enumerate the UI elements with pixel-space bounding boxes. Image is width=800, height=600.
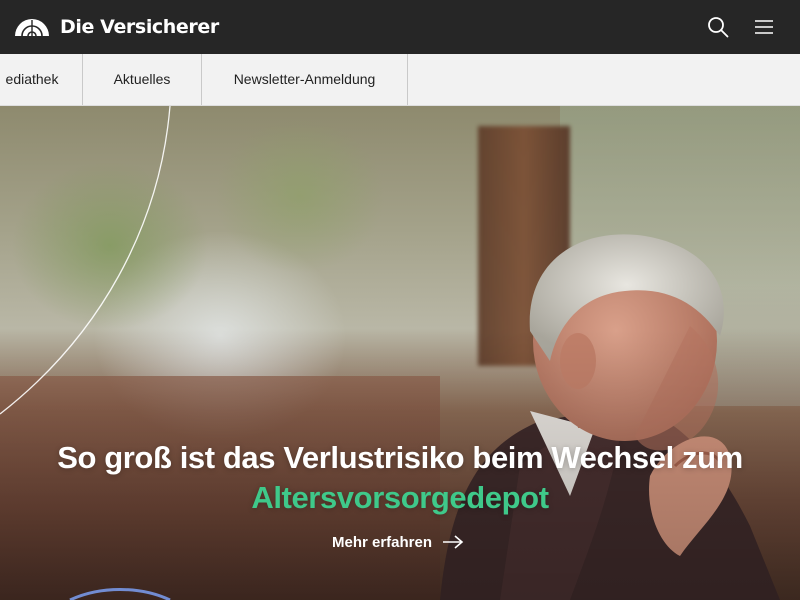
subnav-item-aktuelles[interactable]: Aktuelles	[83, 54, 202, 105]
header-actions	[706, 12, 776, 42]
more-info-label: Mehr erfahren	[332, 533, 433, 551]
decorative-arc-bottom	[69, 588, 171, 600]
subnav-item-newsletter[interactable]: Newsletter-Anmeldung	[202, 54, 408, 105]
hero-headline-line1: So groß ist das Verlustrisiko beim Wechs…	[57, 439, 743, 475]
brand-logo[interactable]: Die Versicherer	[14, 14, 219, 40]
more-info-link[interactable]: Mehr erfahren	[332, 530, 464, 554]
search-button[interactable]	[706, 15, 730, 39]
secondary-nav: ediathek Aktuelles Newsletter-Anmeldung	[0, 54, 800, 106]
site-header: Die Versicherer	[0, 0, 800, 54]
brand-name: Die Versicherer	[60, 16, 219, 38]
hero-banner: So groß ist das Verlustrisiko beim Wechs…	[0, 106, 800, 600]
subnav-item-mediathek[interactable]: ediathek	[0, 54, 83, 105]
hero-headline-highlight: Altersvorsorgedepot	[251, 479, 549, 515]
hamburger-menu-icon	[755, 20, 773, 34]
arrow-right-icon	[443, 535, 464, 549]
hero-headline: So groß ist das Verlustrisiko beim Wechs…	[0, 438, 800, 518]
rainbow-arc-logo-icon	[15, 19, 49, 37]
search-icon	[708, 17, 729, 38]
menu-button[interactable]	[752, 15, 776, 39]
decorative-arc-line	[0, 106, 171, 415]
